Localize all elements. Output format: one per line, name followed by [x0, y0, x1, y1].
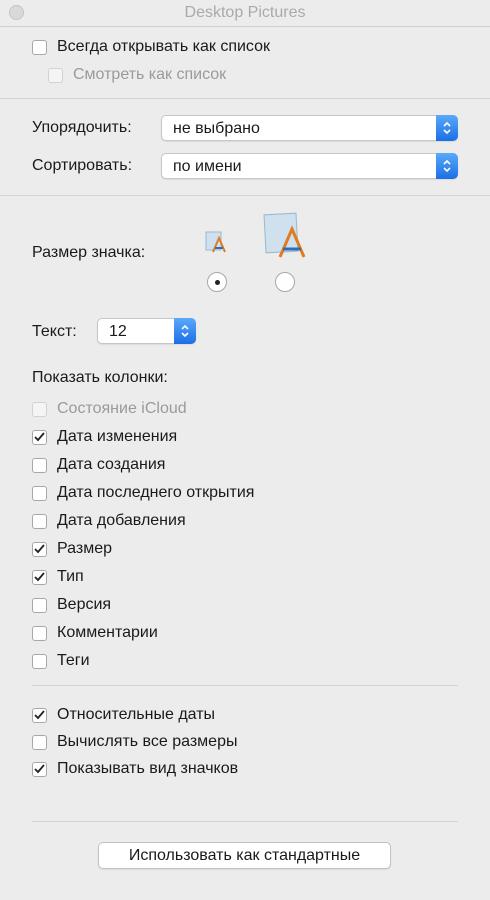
column-checkbox[interactable]: [32, 485, 47, 501]
title-bar: Desktop Pictures: [0, 0, 490, 27]
column-checkbox[interactable]: [32, 625, 47, 641]
column-checkbox[interactable]: [32, 597, 47, 613]
divider: [32, 685, 458, 686]
column-checkbox[interactable]: [32, 541, 47, 557]
updown-chevron-icon: [436, 115, 458, 141]
column-checkbox[interactable]: [32, 457, 47, 473]
relative-dates-option[interactable]: Относительные даты: [32, 704, 215, 726]
sort-select-value: по имени: [173, 158, 242, 175]
column-checkbox[interactable]: [32, 429, 47, 445]
checkmark-icon: [34, 432, 45, 442]
sort-label: Сортировать:: [32, 157, 133, 174]
calculate-sizes-label: Вычислять все размеры: [57, 733, 238, 750]
updown-chevron-icon: [436, 153, 458, 179]
icon-size-label: Размер значка:: [32, 244, 146, 261]
show-icon-preview-option[interactable]: Показывать вид значков: [32, 758, 238, 780]
column-label: Тип: [57, 568, 84, 585]
checkmark-icon: [34, 710, 45, 720]
column-label: Размер: [57, 540, 112, 557]
small-app-icon: [205, 231, 226, 253]
always-open-list-option[interactable]: Всегда открывать как список: [32, 36, 270, 58]
divider: [0, 195, 490, 196]
view-options-window: Desktop Pictures Всегда открывать как сп…: [0, 0, 490, 900]
text-size-label: Текст:: [32, 323, 77, 340]
view-as-list-option[interactable]: Смотреть как список: [48, 64, 226, 86]
column-option[interactable]: Теги: [32, 650, 90, 672]
column-option[interactable]: Размер: [32, 538, 112, 560]
column-label: Дата изменения: [57, 428, 178, 445]
column-option[interactable]: Дата создания: [32, 454, 165, 476]
checkmark-icon: [34, 544, 45, 554]
text-size-value: 12: [109, 323, 127, 340]
relative-dates-label: Относительные даты: [57, 706, 216, 723]
relative-dates-checkbox[interactable]: [32, 707, 47, 723]
large-icon-radio[interactable]: [275, 272, 295, 292]
view-as-list-label: Смотреть как список: [73, 66, 227, 83]
column-option[interactable]: Состояние iCloud: [32, 398, 187, 420]
radio-selected-dot: [214, 279, 220, 285]
column-option[interactable]: Дата изменения: [32, 426, 177, 448]
divider: [0, 98, 490, 99]
column-label: Теги: [57, 652, 90, 669]
updown-chevron-icon: [174, 318, 196, 344]
column-option[interactable]: Комментарии: [32, 622, 158, 644]
divider: [32, 821, 458, 822]
column-label: Дата последнего открытия: [57, 484, 255, 501]
always-open-list-checkbox[interactable]: [32, 39, 47, 55]
use-as-defaults-button[interactable]: Использовать как стандартные: [98, 842, 391, 869]
sort-select[interactable]: по имени: [161, 153, 458, 179]
small-icon-radio[interactable]: [207, 272, 227, 292]
column-checkbox[interactable]: [32, 569, 47, 585]
column-option[interactable]: Версия: [32, 594, 111, 616]
calculate-sizes-checkbox[interactable]: [32, 734, 47, 750]
window-title: Desktop Pictures: [184, 4, 306, 21]
column-label: Состояние iCloud: [57, 400, 187, 417]
show-icon-preview-label: Показывать вид значков: [57, 760, 239, 777]
column-label: Дата добавления: [57, 512, 186, 529]
column-label: Версия: [57, 596, 112, 613]
column-label: Дата создания: [57, 456, 166, 473]
always-open-list-label: Всегда открывать как список: [57, 38, 270, 55]
column-label: Комментарии: [57, 624, 158, 641]
column-option[interactable]: Дата последнего открытия: [32, 482, 254, 504]
checkmark-icon: [34, 764, 45, 774]
view-as-list-checkbox[interactable]: [48, 67, 63, 83]
text-size-select[interactable]: 12: [97, 318, 196, 344]
show-columns-label: Показать колонки:: [32, 369, 168, 386]
arrange-label: Упорядочить:: [32, 119, 132, 136]
show-icon-preview-checkbox[interactable]: [32, 761, 47, 777]
column-checkbox[interactable]: [32, 401, 47, 417]
checkmark-icon: [34, 572, 45, 582]
column-option[interactable]: Дата добавления: [32, 510, 186, 532]
arrange-select-value: не выбрано: [173, 120, 260, 137]
large-app-icon: [263, 212, 306, 258]
arrange-select[interactable]: не выбрано: [161, 115, 458, 141]
calculate-sizes-option[interactable]: Вычислять все размеры: [32, 731, 237, 753]
column-option[interactable]: Тип: [32, 566, 84, 588]
column-checkbox[interactable]: [32, 513, 47, 529]
column-checkbox[interactable]: [32, 653, 47, 669]
